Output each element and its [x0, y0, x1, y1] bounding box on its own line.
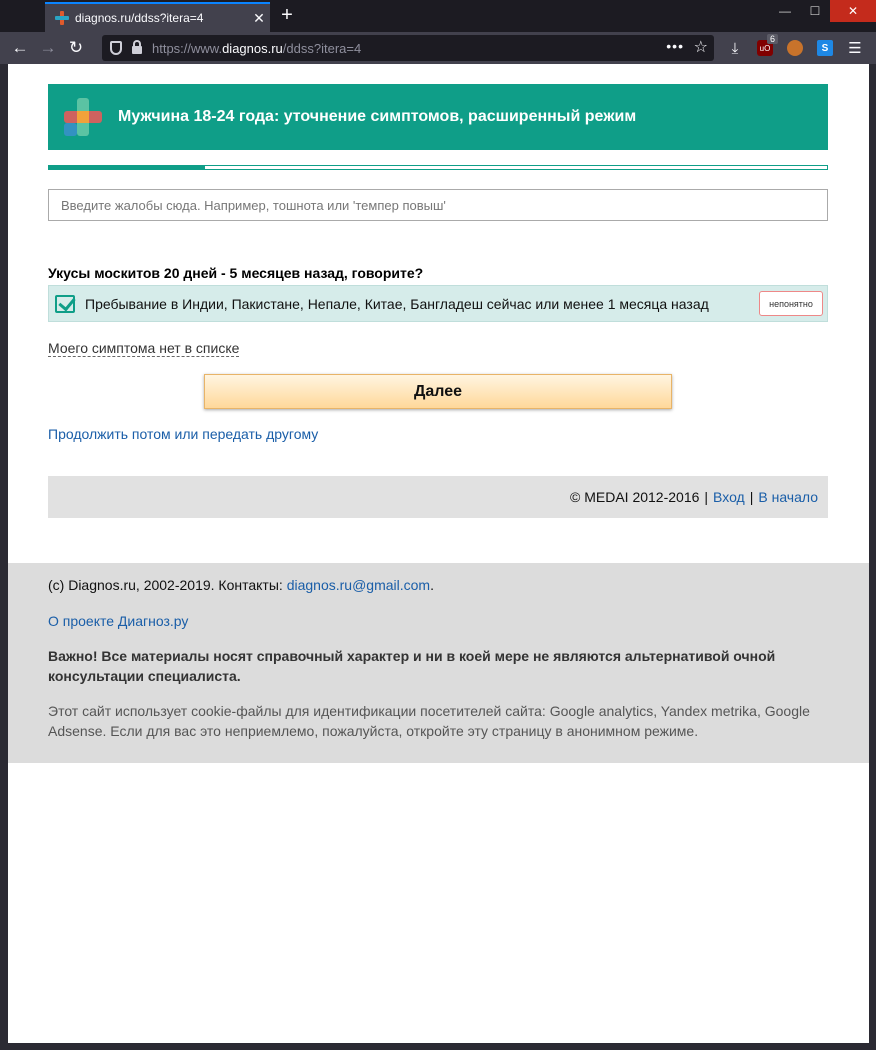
unsure-button[interactable]: непонятно — [759, 291, 823, 316]
tampermonkey-extension[interactable] — [780, 34, 810, 62]
complaint-search-input[interactable] — [48, 189, 828, 221]
tab-strip: diagnos.ru/ddss?itera=4 ✕ + — ☐ ✕ — [0, 0, 876, 32]
progress-fill — [49, 166, 205, 169]
downloads-icon[interactable]: ⤓ — [720, 34, 750, 62]
diagnos-favicon-icon — [55, 11, 69, 25]
contacts-line: (c) Diagnos.ru, 2002-2019. Контакты: dia… — [48, 575, 829, 595]
tracking-shield-icon[interactable] — [110, 41, 122, 55]
checkbox-checked-icon[interactable] — [55, 294, 75, 313]
page-footer-bar: © MEDAI 2012-2016 | Вход | В начало — [48, 476, 828, 518]
s-icon: S — [817, 40, 833, 56]
url-text[interactable]: https://www.diagnos.ru/ddss?itera=4 — [152, 41, 361, 56]
email-link[interactable]: diagnos.ru@gmail.com — [287, 577, 430, 593]
footer-separator: | — [704, 489, 709, 505]
copyright-text: © MEDAI 2012-2016 — [570, 489, 700, 505]
tab-title: diagnos.ru/ddss?itera=4 — [75, 11, 204, 25]
progress-bar — [48, 165, 828, 170]
ublock-badge: 6 — [766, 34, 778, 44]
reload-icon[interactable]: ↻ — [62, 34, 90, 62]
page-viewport: Мужчина 18-24 года: уточнение симптомов,… — [8, 64, 869, 1043]
window-close-icon[interactable]: ✕ — [830, 0, 876, 22]
url-bar[interactable]: https://www.diagnos.ru/ddss?itera=4 ••• … — [102, 35, 714, 61]
login-link[interactable]: Вход — [713, 489, 745, 505]
back-icon[interactable]: ← — [6, 34, 34, 62]
footer-separator: | — [749, 489, 754, 505]
cookie-notice: Этот сайт использует cookie-файлы для ид… — [48, 703, 810, 739]
answer-row[interactable]: Пребывание в Индии, Пакистане, Непале, К… — [48, 285, 828, 322]
about-project-link[interactable]: О проекте Диагноз.ру — [48, 613, 188, 629]
bookmark-star-icon[interactable]: ☆ — [694, 37, 708, 57]
home-link[interactable]: В начало — [758, 489, 818, 505]
forward-icon[interactable]: → — [34, 34, 62, 62]
active-tab[interactable]: diagnos.ru/ddss?itera=4 ✕ — [45, 2, 270, 32]
site-footer: (c) Diagnos.ru, 2002-2019. Контакты: dia… — [8, 563, 869, 763]
next-button[interactable]: Далее — [204, 374, 672, 409]
ublock-extension[interactable]: uO 6 — [750, 34, 780, 62]
page-actions-icon[interactable]: ••• — [666, 38, 684, 54]
contacts-label: (c) Diagnos.ru, 2002-2019. Контакты: — [48, 577, 287, 593]
question-text: Укусы москитов 20 дней - 5 месяцев назад… — [48, 265, 424, 281]
contacts-suffix: . — [430, 577, 434, 593]
continue-later-link[interactable]: Продолжить потом или передать другому — [48, 426, 318, 442]
minimize-icon[interactable]: — — [770, 0, 800, 22]
window-controls: — ☐ ✕ — [770, 0, 876, 22]
extensions-toolbar: ⤓ uO 6 S ☰ — [720, 34, 870, 62]
answer-text[interactable]: Пребывание в Индии, Пакистане, Непале, К… — [85, 296, 759, 312]
diagnos-logo-icon — [64, 98, 102, 136]
disclaimer-text: Важно! Все материалы носят справочный ха… — [48, 648, 776, 684]
s-extension[interactable]: S — [810, 34, 840, 62]
page-header: Мужчина 18-24 года: уточнение симптомов,… — [48, 84, 828, 150]
page-title: Мужчина 18-24 года: уточнение симптомов,… — [118, 108, 637, 125]
maximize-icon[interactable]: ☐ — [800, 0, 830, 22]
new-tab-icon[interactable]: + — [276, 4, 298, 27]
lock-icon[interactable] — [132, 40, 142, 54]
no-symptom-link[interactable]: Моего симптома нет в списке — [48, 340, 240, 357]
monkey-icon — [787, 40, 803, 56]
close-tab-icon[interactable]: ✕ — [248, 10, 270, 27]
nav-toolbar: ← → ↻ https://www.diagnos.ru/ddss?itera=… — [0, 32, 876, 64]
hamburger-menu-icon[interactable]: ☰ — [840, 34, 870, 62]
